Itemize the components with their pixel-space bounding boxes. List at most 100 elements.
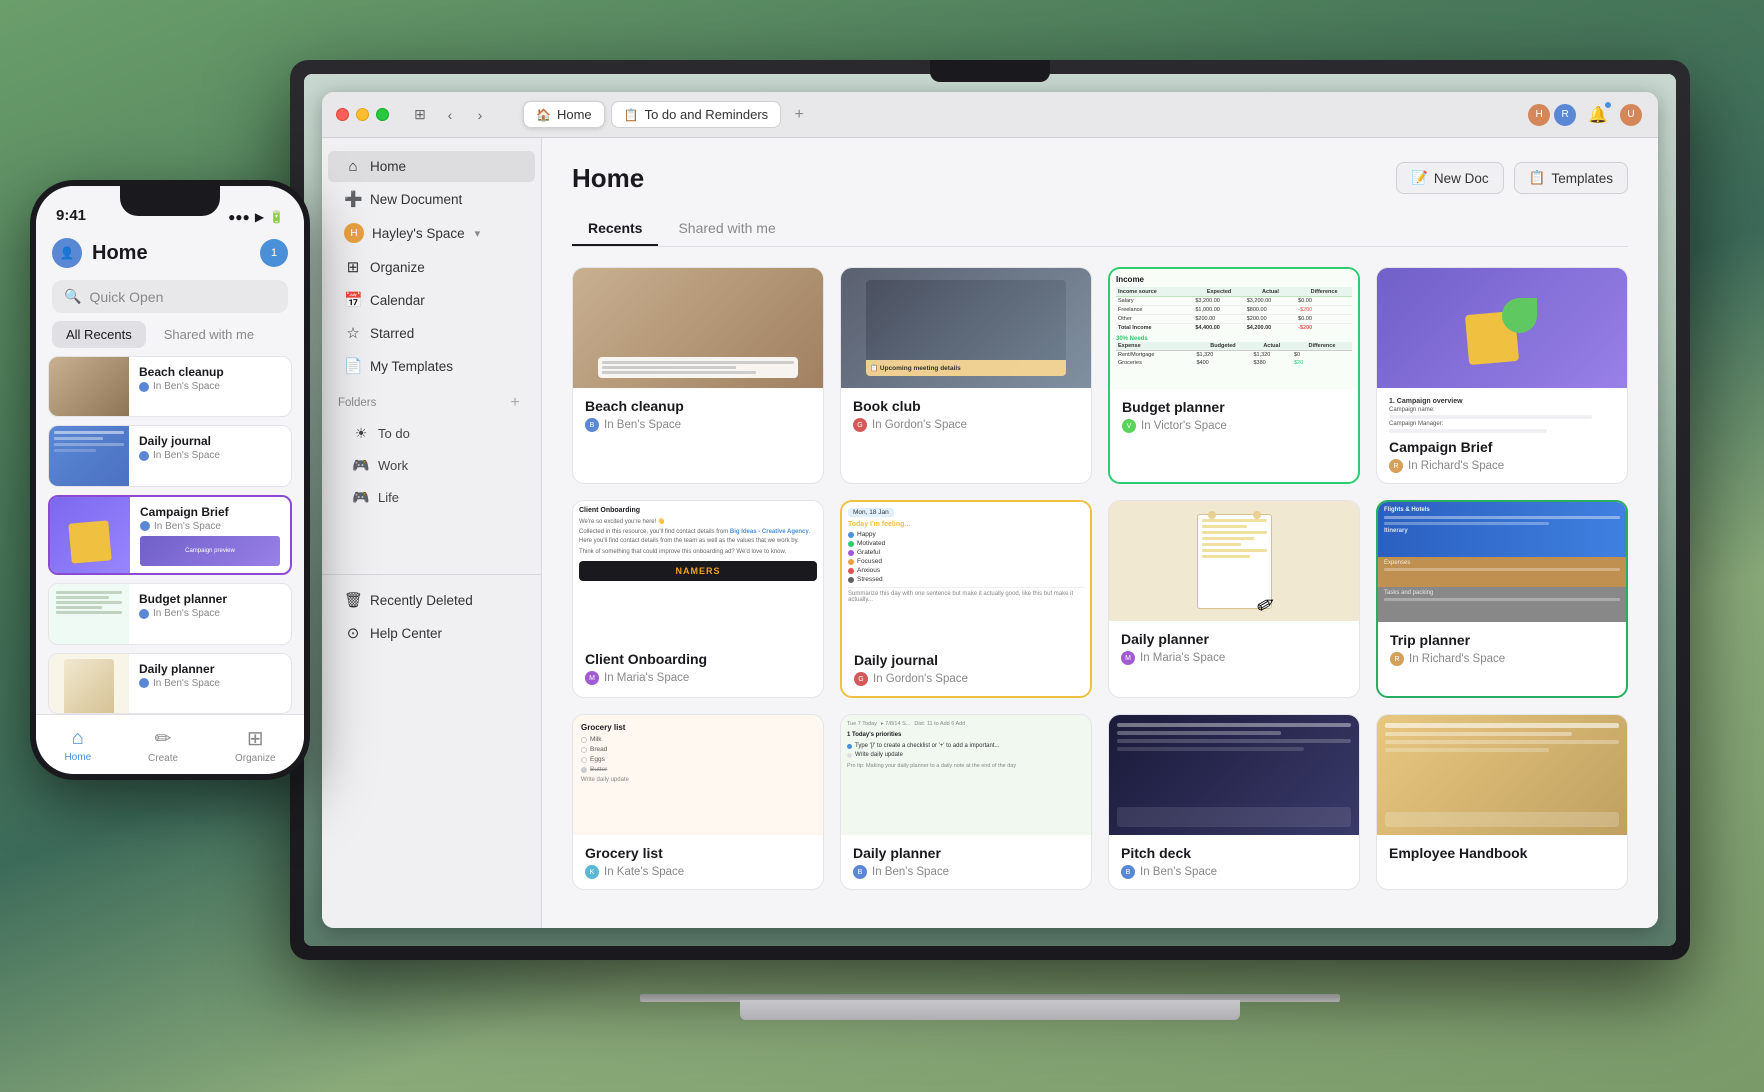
sidebar-item-home[interactable]: ⌂ Home — [328, 151, 535, 182]
add-folder-button[interactable]: + — [505, 393, 525, 413]
sidebar-bottom: 🗑 Recently Deleted ⊙ Help Center — [322, 574, 541, 649]
phone-card-budget[interactable]: Budget planner In Ben's Space — [48, 583, 292, 644]
phone-tab-shared[interactable]: Shared with me — [150, 321, 268, 348]
sidebar-toggle-icon[interactable]: ⊞ — [409, 104, 431, 126]
card-emp-handbook[interactable]: Employee Handbook — [1376, 714, 1628, 890]
card-campaign-brief[interactable]: 1. Campaign overview Campaign name: Camp… — [1376, 267, 1628, 484]
phone-card-campaign[interactable]: Campaign Brief In Ben's Space Campaign p… — [48, 495, 292, 575]
close-button[interactable] — [336, 108, 349, 121]
tab-home[interactable]: 🏠 Home — [523, 101, 605, 128]
card-daily-planner-ben[interactable]: Tue 7 Today ▸ 7/8/14 S... Dist: 11 to Ad… — [840, 714, 1092, 890]
titlebar-right: H R 🔔 U — [1526, 102, 1644, 128]
bell-icon[interactable]: 🔔 — [1588, 105, 1608, 125]
phone-nav-create[interactable]: ✏ Create — [148, 726, 178, 764]
card-planner-space: M In Maria's Space — [1121, 651, 1347, 665]
phone-card-budget-space: In Ben's Space — [139, 608, 281, 619]
folder-item-work[interactable]: 🎮 Work — [328, 450, 535, 481]
phone-card-beach[interactable]: Beach cleanup In Ben's Space — [48, 356, 292, 417]
avatar-hayley: H — [1526, 102, 1552, 128]
title-bar: ⊞ ‹ › 🏠 Home 📋 To do and Reminders — [322, 92, 1658, 138]
sidebar-label-templates: My Templates — [370, 359, 453, 374]
page-title: Home — [572, 163, 644, 194]
tabs-area: 🏠 Home 📋 To do and Reminders + — [523, 101, 1494, 128]
card-book-club-preview: 📋 Upcoming meeting details — [841, 268, 1091, 388]
tab-recents[interactable]: Recents — [572, 212, 658, 246]
card-trip-title: Trip planner — [1390, 632, 1614, 648]
tab-todo[interactable]: 📋 To do and Reminders — [611, 101, 782, 128]
card-campaign-preview — [1377, 268, 1627, 388]
work-folder-icon: 🎮 — [352, 457, 370, 474]
card-planner2-title: Daily planner — [853, 845, 1079, 861]
card-daily-journal[interactable]: Mon, 18 Jan Today I'm feeling... Happy M… — [840, 500, 1092, 698]
tab-shared[interactable]: Shared with me — [662, 212, 791, 246]
card-campaign-space: R In Richard's Space — [1389, 459, 1615, 473]
forward-icon[interactable]: › — [469, 104, 491, 126]
organize-icon: ⊞ — [344, 258, 362, 276]
new-doc-label: New Doc — [1434, 171, 1489, 186]
phone-tab-recents[interactable]: All Recents — [52, 321, 146, 348]
phone-nav-home-label: Home — [64, 752, 91, 763]
card-pitch-title: Pitch deck — [1121, 845, 1347, 861]
card-emp-info: Employee Handbook — [1377, 835, 1627, 875]
card-trip-preview: Flights & Hotels Itinerary Expenses — [1378, 502, 1626, 622]
maximize-button[interactable] — [376, 108, 389, 121]
folder-item-life[interactable]: 🎮 Life — [328, 482, 535, 513]
sidebar-item-space[interactable]: H Hayley's Space ▾ — [328, 216, 535, 250]
sidebar-item-help[interactable]: ⊙ Help Center — [328, 617, 535, 649]
card-budget-info: Budget planner V In Victor's Space — [1110, 389, 1358, 443]
phone-card-budget-info: Budget planner In Ben's Space — [129, 584, 291, 643]
phone-user-avatar: 👤 — [52, 238, 82, 268]
phone-nav-organize[interactable]: ⊞ Organize — [235, 726, 276, 764]
phone-nav-home[interactable]: ⌂ Home — [64, 727, 91, 763]
card-pitch-deck[interactable]: Pitch deck B In Ben's Space — [1108, 714, 1360, 890]
phone-tab-shared-label: Shared with me — [164, 327, 254, 342]
sidebar-item-calendar[interactable]: 📅 Calendar — [328, 284, 535, 316]
phone-notification-badge[interactable]: 1 — [260, 239, 288, 267]
templates-button[interactable]: 📋 Templates — [1514, 162, 1628, 194]
card-journal-space: G In Gordon's Space — [854, 672, 1078, 686]
folder-item-todo[interactable]: ☀ To do — [328, 418, 535, 449]
app-window: ⊞ ‹ › 🏠 Home 📋 To do and Reminders — [322, 92, 1658, 928]
new-doc-button[interactable]: 📝 New Doc — [1396, 162, 1504, 194]
sidebar-item-recently-deleted[interactable]: 🗑 Recently Deleted — [328, 584, 535, 616]
sidebar-item-starred[interactable]: ☆ Starred — [328, 317, 535, 349]
sidebar-item-organize[interactable]: ⊞ Organize — [328, 251, 535, 283]
card-trip-planner[interactable]: Flights & Hotels Itinerary Expenses — [1376, 500, 1628, 698]
phone-card-campaign-title: Campaign Brief — [140, 505, 280, 519]
todo-tab-icon: 📋 — [624, 108, 639, 122]
card-client-onboarding[interactable]: Client Onboarding We're so excited you'r… — [572, 500, 824, 698]
new-doc-icon2: 📝 — [1411, 170, 1428, 186]
laptop-screen: ⊞ ‹ › 🏠 Home 📋 To do and Reminders — [304, 74, 1676, 946]
phone-search-bar[interactable]: 🔍 Quick Open — [52, 280, 288, 313]
phone-card-planner-info: Daily planner In Ben's Space — [129, 654, 291, 713]
phone-card-journal[interactable]: Daily journal In Ben's Space — [48, 425, 292, 486]
folder-label-todo: To do — [378, 426, 410, 441]
card-planner2-info: Daily planner B In Ben's Space — [841, 835, 1091, 889]
minimize-button[interactable] — [356, 108, 369, 121]
phone-card-journal-title: Daily journal — [139, 434, 281, 448]
card-budget-planner[interactable]: Income Income source Expected Actual Dif… — [1108, 267, 1360, 484]
card-book-club[interactable]: 📋 Upcoming meeting details Book club G I… — [840, 267, 1092, 484]
card-grocery-list[interactable]: Grocery list Milk Bread Eggs Butter Writ… — [572, 714, 824, 890]
add-tab-button[interactable]: + — [787, 103, 811, 127]
phone-card-journal-dot — [139, 451, 149, 461]
phone-search-placeholder: Quick Open — [89, 289, 163, 305]
phone-card-beach-info: Beach cleanup In Ben's Space — [129, 357, 291, 416]
phone-card-beach-preview — [49, 357, 129, 417]
card-pitch-space-avatar: B — [1121, 865, 1135, 879]
new-doc-icon: ➕ — [344, 190, 362, 208]
phone-card-planner[interactable]: Daily planner In Ben's Space — [48, 653, 292, 714]
phone-time: 9:41 — [56, 207, 86, 224]
sidebar-item-my-templates[interactable]: 📄 My Templates — [328, 350, 535, 382]
card-beach-preview — [573, 268, 823, 388]
traffic-lights — [336, 108, 389, 121]
sidebar-item-new-doc[interactable]: ➕ New Document — [328, 183, 535, 215]
space-avatar: H — [344, 223, 364, 243]
card-daily-planner-maria[interactable]: ✏ Daily planner M In Maria's Space — [1108, 500, 1360, 698]
card-planner-title: Daily planner — [1121, 631, 1347, 647]
card-trip-info: Trip planner R In Richard's Space — [1378, 622, 1626, 676]
card-beach-cleanup[interactable]: Beach cleanup B In Ben's Space — [572, 267, 824, 484]
back-icon[interactable]: ‹ — [439, 104, 461, 126]
folders-label: Folders — [338, 397, 376, 409]
user-avatar[interactable]: U — [1618, 102, 1644, 128]
